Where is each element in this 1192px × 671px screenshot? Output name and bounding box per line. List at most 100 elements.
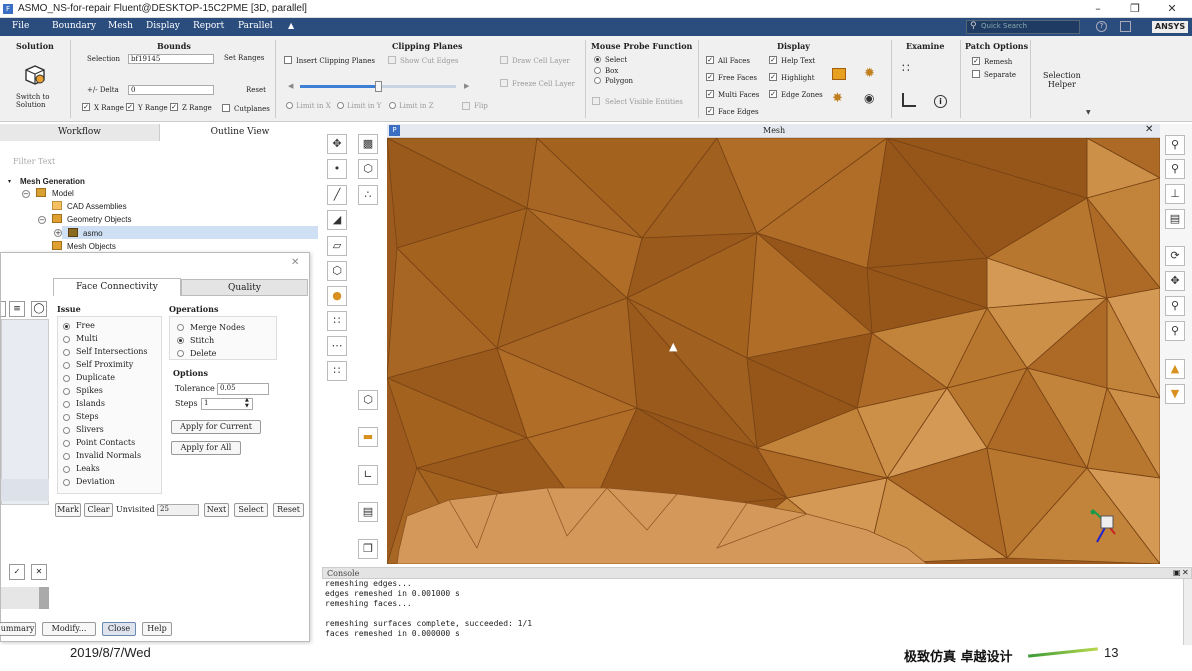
slider-left-arrow[interactable]: ◀ bbox=[288, 82, 293, 90]
issue-radio-slivers[interactable] bbox=[63, 427, 70, 434]
color-scheme-icon[interactable] bbox=[832, 68, 846, 80]
face-filter-icon[interactable]: ◢ bbox=[327, 210, 347, 230]
measure-icon[interactable] bbox=[902, 93, 916, 107]
issue-radio-duplicate[interactable] bbox=[63, 375, 70, 382]
deselect-icon[interactable]: ✕ bbox=[31, 564, 47, 580]
draw-cell-layer-checkbox[interactable] bbox=[500, 56, 508, 64]
help-icon[interactable]: ? bbox=[1096, 21, 1107, 32]
eye-icon[interactable]: ◉ bbox=[864, 91, 874, 105]
ribbon-expand-icon[interactable]: ▼ bbox=[1086, 109, 1091, 116]
set-ranges-button[interactable]: Set Ranges bbox=[224, 54, 264, 62]
stitch-radio[interactable] bbox=[177, 337, 184, 344]
select-visible-checkbox[interactable] bbox=[592, 97, 600, 105]
view-axes-icon[interactable]: ⊥ bbox=[1165, 184, 1185, 204]
reset-button[interactable]: Reset bbox=[273, 503, 304, 517]
scatter-nodes-icon[interactable]: ∴ bbox=[358, 185, 378, 205]
copy-icon[interactable]: ❐ bbox=[358, 539, 378, 559]
save-view-icon[interactable]: ▤ bbox=[1165, 209, 1185, 229]
x-range-checkbox[interactable]: ✓ bbox=[82, 103, 90, 111]
zone-object-icon[interactable]: ▩ bbox=[358, 134, 378, 154]
collapse-ribbon-icon[interactable]: ▲ bbox=[288, 21, 294, 30]
quick-search-input[interactable]: ⚲ Quick Search bbox=[966, 20, 1080, 34]
mesh-cube-icon[interactable]: ⬡ bbox=[358, 390, 378, 410]
probe-icon[interactable]: ▲ bbox=[1165, 359, 1185, 379]
issue-radio-self-intersections[interactable] bbox=[63, 349, 70, 356]
info-circle-icon[interactable]: ◯ bbox=[31, 301, 47, 317]
restore-button[interactable]: ❐ bbox=[1125, 2, 1145, 16]
probe-polygon-radio[interactable] bbox=[594, 77, 601, 84]
plane-icon[interactable]: ▬ bbox=[358, 427, 378, 447]
console-output[interactable]: remeshing edges... edges remeshed in 0.00… bbox=[322, 579, 1182, 645]
edge-zones-checkbox[interactable]: ✓ bbox=[769, 90, 777, 98]
console-minimize-icon[interactable]: ▣ bbox=[1173, 568, 1181, 577]
mesh-surface[interactable] bbox=[387, 138, 1160, 564]
tree-mesh-generation[interactable]: Mesh Generation bbox=[20, 177, 85, 186]
menu-report[interactable]: Report bbox=[193, 21, 224, 31]
reset-bounds-button[interactable]: Reset bbox=[246, 86, 266, 94]
tree-model[interactable]: Model bbox=[52, 189, 74, 198]
tree-mesh-objects[interactable]: Mesh Objects bbox=[67, 242, 116, 251]
issue-radio-spikes[interactable] bbox=[63, 388, 70, 395]
highlight-checkbox[interactable]: ✓ bbox=[769, 73, 777, 81]
probe-select-radio[interactable] bbox=[594, 56, 601, 63]
steps-spinner[interactable]: ▲ ▼ bbox=[245, 397, 249, 409]
delta-field[interactable]: 0 bbox=[128, 85, 214, 95]
z-range-checkbox[interactable]: ✓ bbox=[170, 103, 178, 111]
issue-radio-islands[interactable] bbox=[63, 401, 70, 408]
merge-nodes-radio[interactable] bbox=[177, 324, 184, 331]
menu-file[interactable]: File bbox=[12, 21, 29, 31]
info-icon[interactable]: i bbox=[934, 95, 947, 108]
apply-for-current-button[interactable]: Apply for Current bbox=[171, 420, 261, 434]
console-close-icon[interactable]: ✕ bbox=[1182, 568, 1189, 577]
graphics-close-icon[interactable]: ✕ bbox=[1145, 124, 1153, 135]
zone-list-row[interactable] bbox=[1, 479, 49, 501]
issue-radio-leaks[interactable] bbox=[63, 466, 70, 473]
issue-radio-steps[interactable] bbox=[63, 414, 70, 421]
issue-radio-invalid-normals[interactable] bbox=[63, 453, 70, 460]
limit-x-radio[interactable] bbox=[286, 102, 293, 109]
tab-outline-view[interactable]: Outline View bbox=[160, 124, 320, 141]
minimize-button[interactable]: – bbox=[1088, 2, 1108, 16]
free-faces-checkbox[interactable]: ✓ bbox=[706, 73, 714, 81]
issue-radio-free[interactable] bbox=[63, 323, 70, 330]
apply-for-all-button[interactable]: Apply for All bbox=[171, 441, 241, 455]
pan-icon[interactable]: ✥ bbox=[1165, 271, 1185, 291]
help-text-checkbox[interactable]: ✓ bbox=[769, 56, 777, 64]
clear-list-icon[interactable]: ≡ bbox=[9, 301, 25, 317]
close-button[interactable]: Close bbox=[102, 622, 136, 636]
probe-box-radio[interactable] bbox=[594, 67, 601, 74]
modify-button[interactable]: Modify... bbox=[42, 622, 96, 636]
rotate-icon[interactable]: ⟳ bbox=[1165, 246, 1185, 266]
left-edge-button[interactable] bbox=[1, 301, 6, 317]
tree-cad-assemblies[interactable]: CAD Assemblies bbox=[67, 202, 127, 211]
delete-radio[interactable] bbox=[177, 350, 184, 357]
flip-checkbox[interactable] bbox=[462, 102, 470, 110]
tolerance-input[interactable]: 0.05 bbox=[217, 383, 269, 395]
tree-geometry-objects[interactable]: Geometry Objects bbox=[67, 215, 131, 224]
dialog-close-icon[interactable]: ✕ bbox=[291, 257, 299, 268]
expand-triangle-icon[interactable]: ▾ bbox=[8, 178, 11, 185]
tab-face-connectivity[interactable]: Face Connectivity bbox=[53, 278, 181, 296]
select-button[interactable]: Select bbox=[234, 503, 268, 517]
clear-button[interactable]: Clear bbox=[84, 503, 113, 517]
grid-nodes-icon[interactable]: ∷ bbox=[327, 361, 347, 381]
switch-to-solution-button[interactable]: Switch to Solution bbox=[16, 93, 50, 109]
layout-icon[interactable] bbox=[1120, 21, 1131, 32]
menu-display[interactable]: Display bbox=[146, 21, 180, 31]
y-range-checkbox[interactable]: ✓ bbox=[126, 103, 134, 111]
limit-z-radio[interactable] bbox=[389, 102, 396, 109]
tree-asmo[interactable]: asmo bbox=[83, 229, 103, 238]
collapse-model-icon[interactable]: − bbox=[22, 190, 30, 198]
all-faces-checkbox[interactable]: ✓ bbox=[706, 56, 714, 64]
bodies-icon[interactable]: ● bbox=[327, 286, 347, 306]
limit-y-radio[interactable] bbox=[337, 102, 344, 109]
console-scrollbar[interactable] bbox=[1183, 579, 1192, 645]
zoom-fit-icon[interactable]: ⚲ bbox=[1165, 135, 1185, 155]
multi-faces-checkbox[interactable]: ✓ bbox=[706, 90, 714, 98]
selection-helper-button[interactable]: Selection Helper bbox=[1043, 71, 1081, 89]
next-button[interactable]: Next bbox=[204, 503, 229, 517]
tab-workflow[interactable]: Workflow bbox=[0, 124, 160, 141]
mark-button[interactable]: Mark bbox=[55, 503, 81, 517]
zone-list[interactable] bbox=[1, 319, 49, 505]
report-icon[interactable]: ▤ bbox=[358, 502, 378, 522]
